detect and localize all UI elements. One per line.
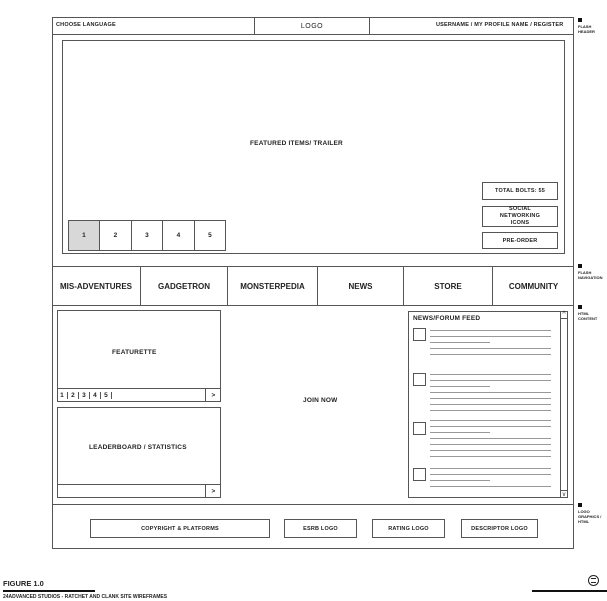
leaderboard-title: LEADERBOARD / STATISTICS xyxy=(89,444,187,451)
nav-label-mis-adventures: MIS-ADVENTURES xyxy=(59,281,132,291)
featurette-page-3[interactable]: 3 xyxy=(79,392,90,399)
feed-item-line xyxy=(430,480,490,481)
nav-item-store[interactable]: STORE xyxy=(404,267,493,305)
hero-title: FEATURED ITEMS/ TRAILER xyxy=(250,140,343,147)
annotation-marker xyxy=(578,503,582,507)
featurette-page-2[interactable]: 2 xyxy=(68,392,79,399)
nav-label-monsterpedia: MONSTERPEDIA xyxy=(240,281,305,291)
feed-item-thumbnail xyxy=(413,422,426,435)
feed-item-line xyxy=(430,354,551,355)
figure-caption: FIGURE 1.0 xyxy=(3,579,44,588)
studio-logo-inner-icon xyxy=(591,578,596,583)
annotation-marker xyxy=(578,305,582,309)
scroll-down-icon[interactable]: v xyxy=(560,490,568,498)
total-bolts-counter: TOTAL BOLTS: 55 xyxy=(482,182,558,200)
featurette-next-arrow[interactable]: > xyxy=(205,389,221,402)
feed-item-line xyxy=(430,468,551,469)
annotation-html-content: HTML CONTENT xyxy=(578,311,598,321)
feed-item-line xyxy=(430,342,490,343)
hero-pagination: 1 2 3 4 5 xyxy=(68,220,226,251)
feed-item-line xyxy=(430,392,551,393)
featurette-page-4[interactable]: 4 xyxy=(90,392,101,399)
feed-item-line xyxy=(430,432,490,433)
caption-underline xyxy=(3,590,95,592)
logo-text: LOGO xyxy=(300,22,324,30)
logo[interactable]: LOGO xyxy=(254,17,370,35)
esrb-logo[interactable]: ESRB LOGO xyxy=(284,519,357,538)
copyright-platforms[interactable]: COPYRIGHT & PLATFORMS xyxy=(90,519,270,538)
nav-item-monsterpedia[interactable]: MONSTERPEDIA xyxy=(228,267,318,305)
news-feed-scrollbar[interactable] xyxy=(560,311,568,498)
nav-label-gadgetron: GADGETRON xyxy=(158,281,210,291)
feed-item-line xyxy=(430,374,551,375)
join-now-button[interactable]: JOIN NOW xyxy=(303,397,337,404)
nav-item-gadgetron[interactable]: GADGETRON xyxy=(141,267,228,305)
feed-item-line xyxy=(430,336,551,337)
feed-item-line xyxy=(430,456,551,457)
featurette-page-5[interactable]: 5 xyxy=(101,392,112,399)
user-links[interactable]: USERNAME / MY PROFILE NAME / REGISTER xyxy=(436,22,563,28)
feed-item-line xyxy=(430,420,551,421)
feed-item-line xyxy=(430,450,551,451)
nav-label-store: STORE xyxy=(434,281,462,291)
annotation-flash-header: FLASH HEADER xyxy=(578,24,595,34)
nav-item-news[interactable]: NEWS xyxy=(318,267,404,305)
nav-item-community[interactable]: COMMUNITY xyxy=(493,267,574,305)
feed-item-line xyxy=(430,386,490,387)
caption-rule-right xyxy=(532,590,607,592)
feed-item-line xyxy=(430,398,551,399)
feed-item-line xyxy=(430,438,551,439)
feed-item-thumbnail xyxy=(413,373,426,386)
hero-page-2[interactable]: 2 xyxy=(100,220,132,251)
feed-item-line xyxy=(430,410,551,411)
annotation-flash-nav: FLASH NAVIGATION xyxy=(578,270,603,280)
annotation-logo-footer: LOGO GRAPHICS / HTML xyxy=(578,509,602,524)
rating-logo[interactable]: RATING LOGO xyxy=(372,519,445,538)
feed-item-line xyxy=(430,348,551,349)
feed-item-line xyxy=(430,474,551,475)
feed-item-line xyxy=(430,426,551,427)
scroll-up-icon[interactable]: ^ xyxy=(560,311,568,319)
language-selector[interactable]: CHOOSE LANGUAGE xyxy=(56,22,116,28)
featurette-title: FEATURETTE xyxy=(112,349,157,356)
annotation-marker xyxy=(578,264,582,268)
feed-item-line xyxy=(430,380,551,381)
descriptor-logo[interactable]: DESCRIPTOR LOGO xyxy=(461,519,538,538)
nav-item-mis-adventures[interactable]: MIS-ADVENTURES xyxy=(52,267,141,305)
hero-page-3[interactable]: 3 xyxy=(132,220,163,251)
feed-item-thumbnail xyxy=(413,328,426,341)
main-navigation: MIS-ADVENTURES GADGETRON MONSTERPEDIA NE… xyxy=(52,266,574,306)
feed-item-line xyxy=(430,404,551,405)
hero-page-4[interactable]: 4 xyxy=(163,220,195,251)
studio-logo-icon xyxy=(588,575,599,586)
annotation-marker xyxy=(578,18,582,22)
pre-order-button[interactable]: PRE-ORDER xyxy=(482,232,558,249)
leaderboard-scrollbar[interactable] xyxy=(57,484,221,498)
nav-label-community: COMMUNITY xyxy=(508,281,559,291)
featurette-page-1[interactable]: 1 xyxy=(57,392,68,399)
hero-page-5[interactable]: 5 xyxy=(195,220,226,251)
caption-subtitle: 24ADVANCED STUDIOS - RATCHET AND CLANK S… xyxy=(3,594,168,600)
hero-page-1[interactable]: 1 xyxy=(68,220,100,251)
news-feed-title: NEWS/FORUM FEED xyxy=(413,315,481,322)
featurette-pagination: 1 2 3 4 5 xyxy=(57,388,221,402)
social-networking-icons[interactable]: SOCIAL NETWORKING ICONS xyxy=(482,206,558,227)
feed-item-thumbnail xyxy=(413,468,426,481)
leaderboard-next-arrow[interactable]: > xyxy=(205,485,221,498)
feed-item-line xyxy=(430,444,551,445)
feed-item-line xyxy=(430,330,551,331)
feed-item-line xyxy=(430,486,551,487)
nav-label-news: NEWS xyxy=(348,281,373,291)
